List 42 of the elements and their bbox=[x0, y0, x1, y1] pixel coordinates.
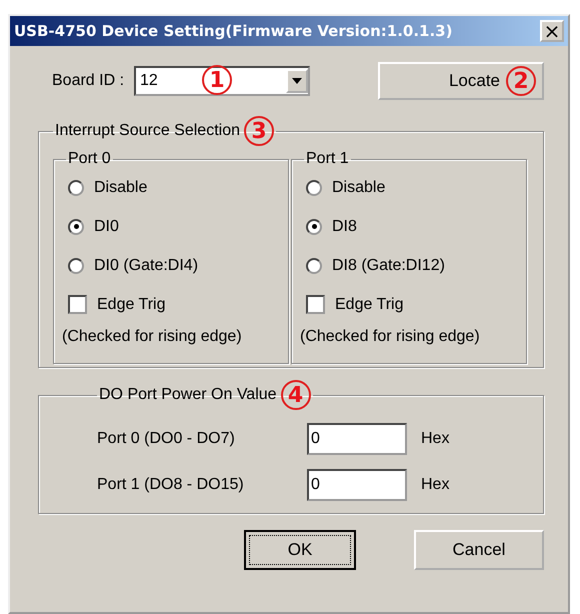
group-title: Port 0 bbox=[68, 150, 111, 168]
callout-marker: 3 bbox=[244, 116, 274, 146]
radio-button[interactable] bbox=[306, 180, 322, 196]
hint-text: (Checked for rising edge) bbox=[62, 328, 243, 346]
radio-button[interactable] bbox=[306, 258, 322, 274]
unit-label: Hex bbox=[421, 430, 450, 448]
window-title: USB-4750 Device Setting(Firmware Version:1.0.1.3) bbox=[14, 22, 452, 40]
group-title: Port 1 bbox=[306, 150, 349, 168]
board-id-dropdown[interactable]: 12 1 bbox=[134, 66, 310, 96]
input-field[interactable]: 0 bbox=[307, 423, 407, 455]
radio-button[interactable] bbox=[68, 258, 84, 274]
port-label: Port 0 (DO0 - DO7) bbox=[97, 430, 236, 448]
callout-marker: 1 bbox=[202, 65, 232, 95]
group-title: DO Port Power On Value bbox=[99, 386, 277, 404]
option-label: Disable bbox=[94, 178, 148, 196]
radio-button[interactable] bbox=[68, 218, 84, 234]
option-label: DI0 bbox=[94, 218, 119, 236]
close-button[interactable]: × bbox=[540, 20, 564, 42]
dialog-button[interactable]: OK bbox=[244, 530, 356, 570]
checkbox-label: Edge Trig bbox=[335, 296, 404, 314]
port-label: Port 1 (DO8 - DO15) bbox=[97, 476, 245, 494]
option-label: DI8 bbox=[332, 218, 357, 236]
group-title: Interrupt Source Selection bbox=[55, 122, 240, 140]
checkbox[interactable] bbox=[68, 295, 87, 314]
checkbox-label: Edge Trig bbox=[97, 296, 166, 314]
dialog-button[interactable]: Cancel bbox=[414, 530, 544, 570]
board-id-value: 12 bbox=[139, 72, 158, 90]
board-id-label: Board ID : bbox=[52, 72, 124, 90]
dropdown-button[interactable] bbox=[286, 69, 308, 93]
unit-label: Hex bbox=[421, 476, 450, 494]
option-label: Disable bbox=[332, 178, 386, 196]
caret-icon bbox=[292, 78, 302, 84]
radio-button[interactable] bbox=[68, 180, 84, 196]
option-label: DI0 (Gate:DI4) bbox=[94, 256, 198, 274]
callout-marker: 2 bbox=[506, 66, 536, 96]
option-label: DI8 (Gate:DI12) bbox=[332, 256, 445, 274]
checkbox[interactable] bbox=[306, 295, 325, 314]
locate-button[interactable]: Locate 2 bbox=[378, 62, 544, 100]
radio-button[interactable] bbox=[306, 218, 322, 234]
hint-text: (Checked for rising edge) bbox=[300, 328, 481, 346]
callout-marker: 4 bbox=[280, 380, 311, 410]
input-field[interactable]: 0 bbox=[307, 469, 407, 501]
